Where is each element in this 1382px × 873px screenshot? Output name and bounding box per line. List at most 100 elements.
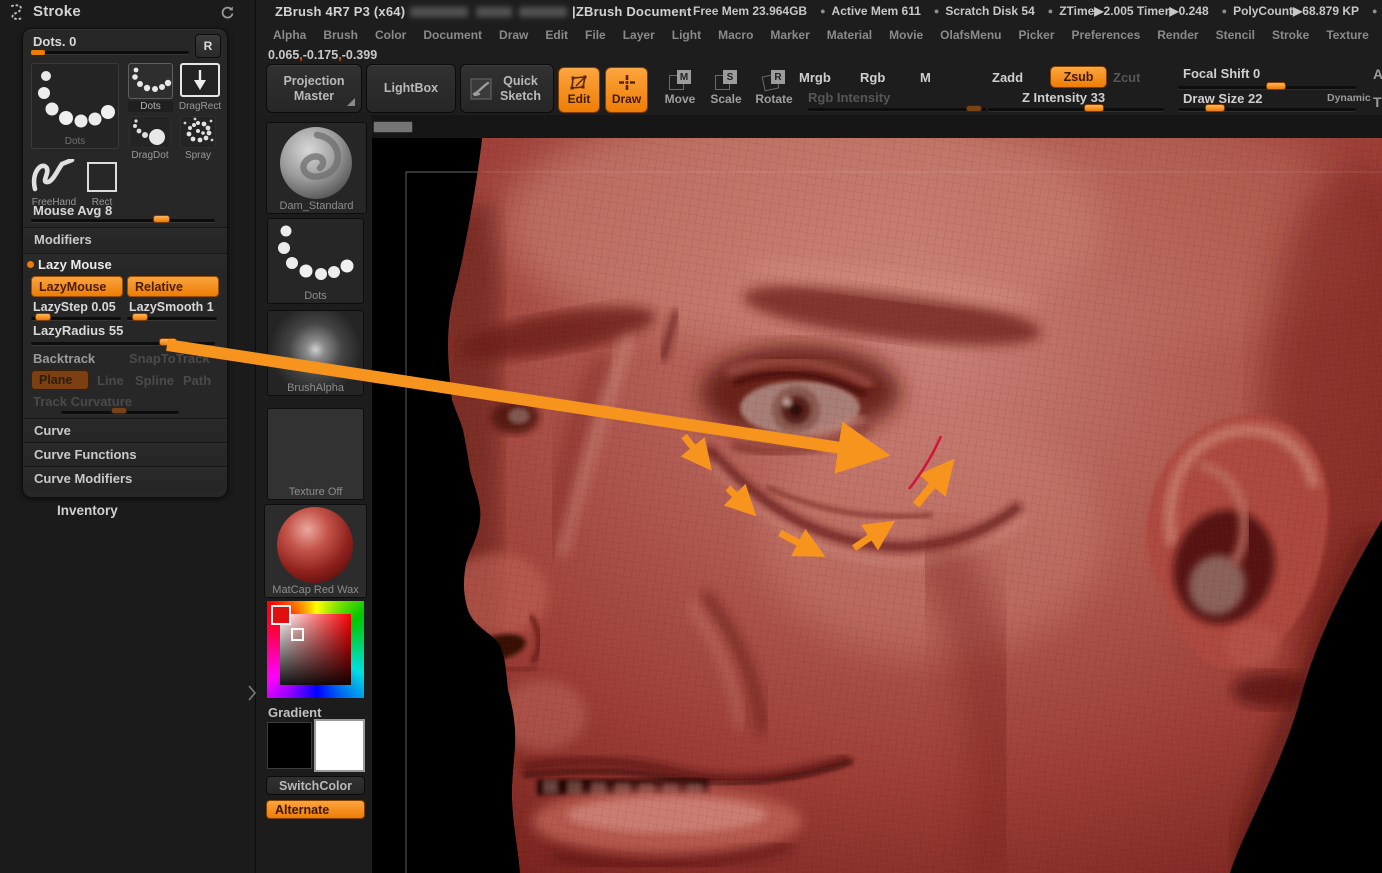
focal-shift-label: Focal Shift 0 [1183, 66, 1261, 81]
stroke-type-freehand[interactable] [31, 159, 75, 195]
zadd-button[interactable]: Zadd [992, 70, 1023, 85]
rgb-button[interactable]: Rgb [860, 70, 885, 85]
lazy-smooth-handle[interactable] [132, 313, 148, 321]
stroke-index-slider[interactable] [31, 51, 189, 54]
panel-splitter-handle[interactable] [248, 684, 256, 702]
m-button[interactable]: M [920, 70, 931, 85]
backtrack-button[interactable]: Backtrack [33, 351, 95, 366]
draw-size-handle[interactable] [1205, 104, 1225, 112]
lazy-radius-handle[interactable] [159, 338, 177, 346]
snap-to-track-button[interactable]: SnapToTrack [129, 351, 210, 366]
stroke-caption: Dots [304, 290, 327, 302]
menu-movie[interactable]: Movie [884, 26, 928, 44]
zsub-button[interactable]: Zsub [1050, 66, 1107, 88]
menu-brush[interactable]: Brush [318, 26, 363, 44]
menu-stencil[interactable]: Stencil [1211, 26, 1260, 44]
current-alpha-thumb[interactable]: BrushAlpha [267, 310, 364, 396]
switch-color-button[interactable]: SwitchColor [266, 776, 365, 795]
relative-toggle[interactable]: Relative [127, 276, 219, 297]
dots-caption: Dots [128, 101, 173, 112]
current-material-thumb[interactable]: MatCap Red Wax [264, 504, 367, 598]
sculpted-head[interactable] [372, 115, 1382, 873]
current-brush-thumb[interactable]: Dam_Standard [266, 122, 367, 214]
menu-edit[interactable]: Edit [540, 26, 573, 44]
mrgb-button[interactable]: Mrgb [799, 70, 831, 85]
stroke-type-dragdot[interactable] [129, 116, 171, 148]
cursor-coordinates: 0.065-0.175-0.399 [268, 48, 377, 62]
stroke-type-rect[interactable] [87, 162, 117, 192]
stroke-type-spray[interactable] [180, 116, 216, 148]
lazy-step-label: LazyStep 0.05 [33, 300, 116, 314]
move-mode-button[interactable]: M Move [657, 70, 703, 106]
menu-preferences[interactable]: Preferences [1067, 26, 1146, 44]
menu-document[interactable]: Document [418, 26, 487, 44]
menu-marker[interactable]: Marker [765, 26, 814, 44]
projection-master-button[interactable]: Projection Master [266, 64, 362, 113]
quick-sketch-button[interactable]: Quick Sketch [460, 64, 554, 113]
menu-file[interactable]: File [580, 26, 611, 44]
dragdot-icon [133, 119, 165, 145]
ztime-timer-readout: ZTime▶2.005 Timer▶0.248 [1048, 4, 1208, 18]
stroke-type-dots[interactable] [128, 63, 173, 99]
stroke-type-dragrect[interactable] [180, 63, 220, 97]
draw-label: Draw [611, 91, 642, 106]
lightbox-button[interactable]: LightBox [366, 64, 456, 113]
menu-picker[interactable]: Picker [1014, 26, 1060, 44]
menu-material[interactable]: Material [822, 26, 877, 44]
status-readouts: Free Mem 23.964GB Active Mem 611 Scratch… [682, 4, 1374, 18]
restore-configuration-button[interactable]: R [195, 34, 221, 58]
dragrect-caption: DragRect [178, 101, 222, 112]
focal-shift-handle[interactable] [1266, 82, 1286, 90]
color-picker[interactable] [267, 601, 364, 698]
draw-mode-button[interactable]: Draw [605, 67, 648, 113]
scale-mode-button[interactable]: S Scale [703, 70, 749, 106]
rgb-intensity-handle[interactable] [966, 105, 982, 112]
menu-draw[interactable]: Draw [494, 26, 533, 44]
lazy-step-handle[interactable] [35, 313, 51, 321]
menu-color[interactable]: Color [370, 26, 411, 44]
stroke-preview-large[interactable]: Dots [31, 63, 119, 149]
menu-light[interactable]: Light [667, 26, 706, 44]
current-texture-thumb[interactable]: Texture Off [267, 408, 364, 500]
menu-olafsmenu[interactable]: OlafsMenu [935, 26, 1006, 44]
mouse-avg-handle[interactable] [153, 215, 170, 223]
z-intensity-slider[interactable] [988, 108, 1164, 111]
rgb-intensity-slider[interactable] [808, 108, 986, 111]
plane-label: Plane [39, 373, 73, 387]
menu-layer[interactable]: Layer [618, 26, 660, 44]
line-toggle[interactable]: Line [97, 373, 124, 388]
lightbox-label: LightBox [383, 81, 439, 96]
current-stroke-thumb[interactable]: Dots [267, 218, 364, 304]
sculpt-canvas[interactable] [372, 115, 1382, 873]
menu-texture[interactable]: Texture [1321, 26, 1373, 44]
spline-toggle[interactable]: Spline [135, 373, 174, 388]
track-curvature-handle[interactable] [111, 407, 127, 414]
alternate-button[interactable]: Alternate [266, 800, 365, 819]
path-toggle[interactable]: Path [183, 373, 211, 388]
active-mem-readout: Active Mem 611 [820, 4, 921, 18]
inventory-header[interactable]: Inventory [57, 503, 118, 518]
mouse-avg-slider[interactable] [31, 219, 215, 222]
refresh-icon[interactable] [219, 5, 235, 20]
edit-mode-button[interactable]: Edit [558, 67, 600, 113]
zcut-button[interactable]: Zcut [1113, 70, 1140, 85]
lazymouse-toggle[interactable]: LazyMouse [31, 276, 123, 297]
gradient-label[interactable]: Gradient [268, 705, 321, 720]
primary-color-swatch[interactable] [314, 719, 365, 772]
menu-stroke[interactable]: Stroke [1267, 26, 1314, 44]
z-intensity-handle[interactable] [1084, 104, 1104, 112]
rotate-mode-button[interactable]: R Rotate [750, 70, 798, 106]
lazy-mouse-header: Lazy Mouse [38, 257, 112, 272]
relative-label: Relative [135, 279, 183, 294]
quick-sketch-icon [470, 78, 491, 99]
secondary-color-swatch[interactable] [267, 722, 312, 769]
plane-toggle[interactable]: Plane [31, 370, 89, 390]
texture-caption: Texture Off [288, 486, 343, 498]
zbrush-window: Stroke ZBrush 4R7 P3 (x64) |ZBrush Docum… [0, 0, 1382, 873]
menu-alpha[interactable]: Alpha [268, 26, 311, 44]
canvas-scrollbar[interactable] [373, 121, 413, 133]
menu-macro[interactable]: Macro [713, 26, 758, 44]
menu-render[interactable]: Render [1152, 26, 1203, 44]
lazy-radius-slider[interactable] [31, 342, 215, 345]
color-cursor[interactable] [291, 628, 304, 641]
